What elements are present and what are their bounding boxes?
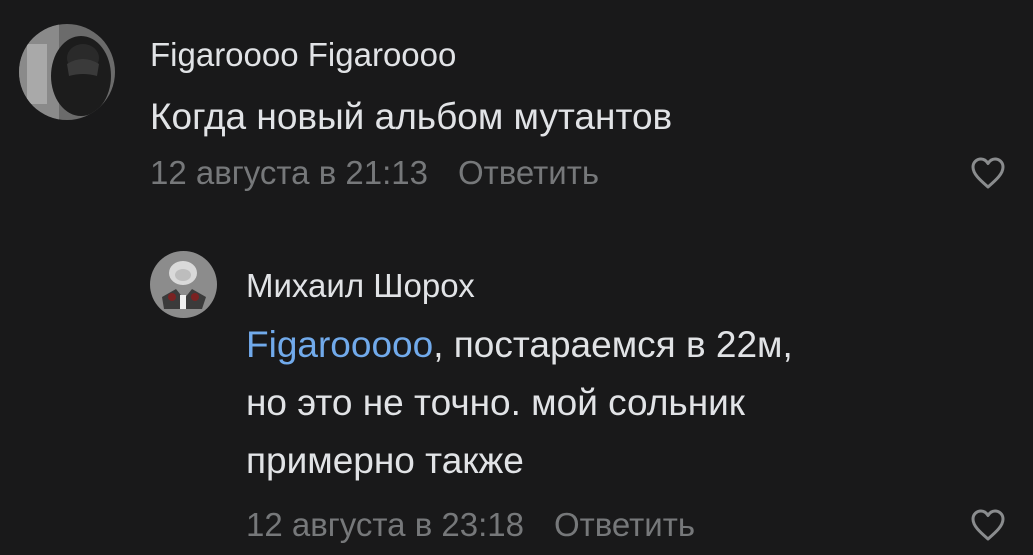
- like-button[interactable]: [970, 156, 1006, 190]
- mention-link[interactable]: Figarooooo: [246, 324, 433, 365]
- comment-text-line: примерно также: [246, 440, 524, 481]
- comment-meta: 12 августа в 23:18 Ответить: [246, 506, 695, 544]
- reply-button[interactable]: Ответить: [458, 154, 599, 191]
- comment-author[interactable]: Михаил Шорох: [246, 267, 475, 305]
- avatar[interactable]: [150, 251, 217, 318]
- comment-text: Когда новый альбом мутантов: [150, 96, 673, 137]
- avatar-image: [150, 251, 217, 318]
- heart-outline-icon: [971, 157, 1005, 189]
- comment-date: 12 августа в 21:13: [150, 154, 428, 191]
- comment-meta: 12 августа в 21:13 Ответить: [150, 154, 599, 192]
- comment-text-fragment: , постараемся в 22м,: [433, 324, 793, 365]
- comment-text-line: но это не точно. мой сольник: [246, 382, 745, 423]
- comment-item: Figaroooo Figaroooo Когда новый альбом м…: [0, 0, 1033, 220]
- avatar-image: [19, 24, 115, 120]
- comment-text: Figarooooo, постараемся в 22м, но это не…: [246, 316, 793, 490]
- like-button[interactable]: [970, 508, 1006, 542]
- reply-button[interactable]: Ответить: [554, 506, 695, 543]
- comment-reply-item: Михаил Шорох Figarooooo, постараемся в 2…: [0, 240, 1033, 555]
- comment-text-line: Figarooooo, постараемся в 22м,: [246, 316, 793, 374]
- comment-author[interactable]: Figaroooo Figaroooo: [150, 36, 456, 74]
- avatar[interactable]: [19, 24, 115, 120]
- comment-date: 12 августа в 23:18: [246, 506, 524, 543]
- heart-outline-icon: [971, 509, 1005, 541]
